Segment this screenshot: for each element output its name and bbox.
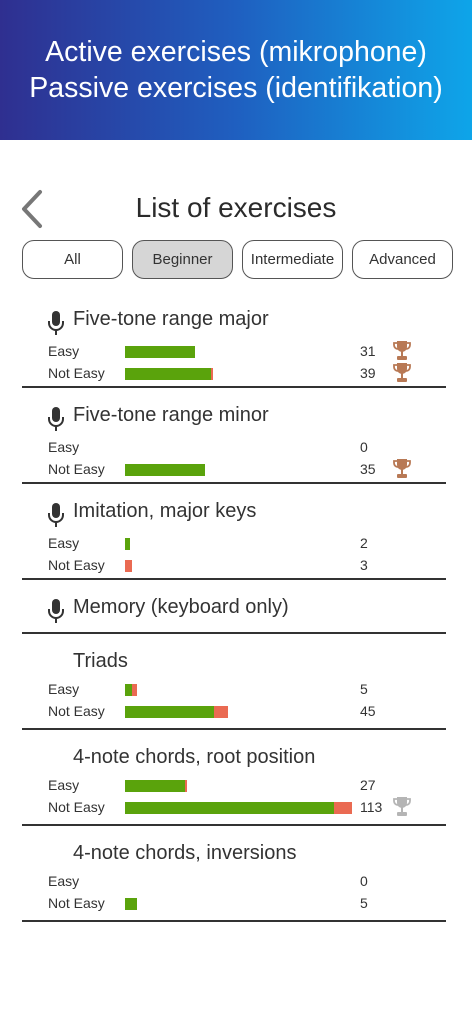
row-label: Not Easy (48, 703, 105, 719)
row-label: Easy (48, 777, 80, 793)
score-count: 113 (360, 799, 383, 815)
filter-beginner-button[interactable]: Beginner (132, 240, 233, 279)
difficulty-filter-bar: All Beginner Intermediate Advanced (22, 240, 453, 280)
progress-bar (125, 346, 195, 358)
bronze-trophy-icon (393, 341, 411, 360)
progress-bar (125, 368, 213, 380)
stats-row-easy: Easy 5 (22, 678, 446, 700)
score-count: 45 (360, 703, 376, 719)
progress-bar (125, 464, 205, 476)
stats-row-easy: Easy 0 (22, 436, 446, 458)
score-count: 31 (360, 343, 376, 359)
filter-intermediate-button[interactable]: Intermediate (242, 240, 343, 279)
exercise-item-five-tone-minor[interactable]: Five-tone range minor Easy 0 Not Easy 35 (22, 404, 446, 484)
stats-row-not-easy: Not Easy 39 (22, 362, 446, 384)
microphone-icon (48, 407, 64, 431)
score-count: 5 (360, 681, 368, 697)
score-count: 39 (360, 365, 376, 381)
banner-line-passive: Passive exercises (identifikation) (29, 72, 443, 104)
row-label: Easy (48, 535, 80, 551)
score-count: 0 (360, 439, 368, 455)
filter-all-button[interactable]: All (22, 240, 123, 279)
exercise-title: Triads (73, 650, 128, 672)
page-title: List of exercises (135, 192, 337, 223)
stats-row-not-easy: Not Easy 35 (22, 458, 446, 480)
exercise-item-five-tone-major[interactable]: Five-tone range major Easy 31 Not Easy 3… (22, 308, 446, 388)
silver-trophy-icon (393, 797, 411, 816)
score-count: 2 (360, 535, 368, 551)
progress-bar (125, 684, 137, 696)
stats-row-easy: Easy 27 (22, 774, 446, 796)
exercise-item-4-note-inversions[interactable]: 4-note chords, inversions Easy 0 Not Eas… (22, 842, 446, 922)
exercise-title: 4-note chords, root position (73, 746, 316, 768)
stats-row-not-easy: Not Easy 45 (22, 700, 446, 722)
stats-row-easy: Easy 0 (22, 870, 446, 892)
row-label: Easy (48, 343, 80, 359)
exercise-item-memory[interactable]: Memory (keyboard only) (22, 596, 446, 634)
progress-bar (125, 780, 187, 792)
score-count: 3 (360, 557, 368, 573)
row-label: Easy (48, 873, 80, 889)
stats-row-not-easy: Not Easy 5 (22, 892, 446, 914)
page-header: List of exercises (0, 180, 472, 236)
exercise-title: Memory (keyboard only) (73, 596, 289, 618)
row-label: Not Easy (48, 365, 105, 381)
info-banner: Active exercises (mikrophone) Passive ex… (0, 0, 472, 140)
bronze-trophy-icon (393, 459, 411, 478)
progress-bar (125, 706, 228, 718)
stats-row-not-easy: Not Easy 113 (22, 796, 446, 818)
row-label: Not Easy (48, 799, 105, 815)
progress-bar (125, 560, 132, 572)
exercise-title: Five-tone range minor (73, 404, 269, 426)
exercise-item-triads[interactable]: Triads Easy 5 Not Easy 45 (22, 650, 446, 730)
score-count: 35 (360, 461, 376, 477)
exercise-title: Imitation, major keys (73, 500, 257, 522)
row-label: Easy (48, 681, 80, 697)
microphone-icon (48, 503, 64, 527)
exercise-title: Five-tone range major (73, 308, 269, 330)
row-label: Not Easy (48, 895, 105, 911)
stats-row-not-easy: Not Easy 3 (22, 554, 446, 576)
exercise-item-4-note-root[interactable]: 4-note chords, root position Easy 27 Not… (22, 746, 446, 826)
score-count: 27 (360, 777, 376, 793)
score-count: 5 (360, 895, 368, 911)
banner-line-active: Active exercises (mikrophone) (45, 36, 427, 68)
microphone-icon (48, 311, 64, 335)
exercise-item-imitation[interactable]: Imitation, major keys Easy 2 Not Easy 3 (22, 500, 446, 580)
filter-advanced-button[interactable]: Advanced (352, 240, 453, 279)
progress-bar (125, 898, 137, 910)
bronze-trophy-icon (393, 363, 411, 382)
row-label: Easy (48, 439, 80, 455)
microphone-icon (48, 599, 64, 623)
progress-bar (125, 538, 130, 550)
row-label: Not Easy (48, 557, 105, 573)
stats-row-easy: Easy 31 (22, 340, 446, 362)
score-count: 0 (360, 873, 368, 889)
progress-bar (125, 802, 352, 814)
row-label: Not Easy (48, 461, 105, 477)
stats-row-easy: Easy 2 (22, 532, 446, 554)
exercise-title: 4-note chords, inversions (73, 842, 297, 864)
